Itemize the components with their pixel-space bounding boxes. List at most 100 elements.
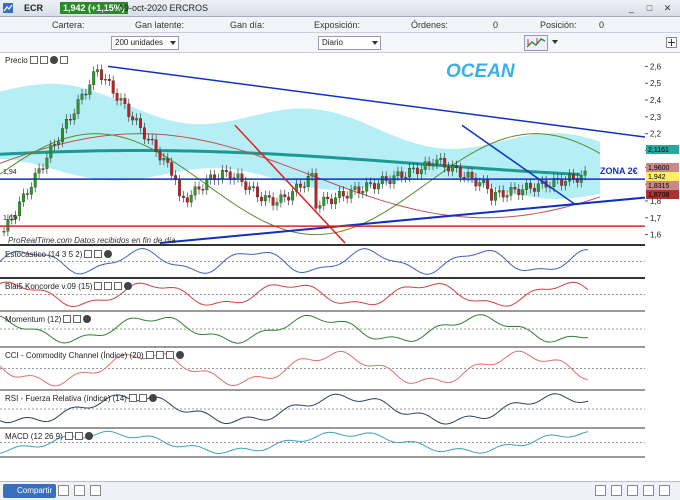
wrench-icon[interactable] — [145, 351, 154, 359]
minimize-button[interactable]: _ — [625, 2, 638, 14]
candle — [22, 193, 25, 202]
app-icon — [3, 3, 13, 13]
candle — [330, 198, 334, 205]
scroll-right-icon[interactable] — [659, 485, 670, 496]
candle — [493, 192, 497, 201]
symbol-label: ECR — [24, 3, 44, 13]
close-icon[interactable] — [84, 432, 93, 440]
price-tag-label: 2,1161 — [648, 147, 669, 154]
candle — [419, 169, 423, 175]
candle — [369, 182, 373, 184]
candle — [583, 170, 587, 176]
price-panel-title: Precio — [5, 56, 28, 65]
candle — [396, 171, 400, 176]
window-icon[interactable] — [74, 432, 83, 440]
posicion-value: 0 — [599, 20, 605, 30]
window-icon[interactable] — [165, 351, 174, 359]
candle — [142, 127, 146, 140]
price-tag-label: 1,8708 — [648, 192, 670, 199]
add-panel-icon[interactable] — [666, 37, 677, 48]
wrench-icon[interactable] — [128, 394, 137, 402]
candle — [271, 197, 275, 206]
price-change-badge: 1,942 (+1,15%) — [60, 2, 128, 14]
left-price-tag: 1,94 — [3, 169, 17, 176]
tick-label: 2,4 — [650, 96, 662, 105]
close-button[interactable]: ✕ — [661, 2, 674, 14]
indicator-label: CCI - Commodity Channel (Índice) (20) — [5, 351, 184, 360]
data-source-note: ProRealTime.com Datos recibidos en fin d… — [8, 236, 176, 245]
candle — [256, 186, 259, 198]
window-icon[interactable] — [155, 351, 164, 359]
wrench-icon[interactable] — [94, 282, 103, 290]
gan-dia-label: Gan día: — [230, 20, 265, 30]
candle — [96, 69, 100, 72]
maximize-button[interactable]: □ — [643, 2, 656, 14]
candle — [447, 167, 451, 172]
close-icon[interactable] — [124, 282, 133, 290]
close-icon[interactable] — [49, 56, 58, 64]
window-icon[interactable] — [94, 250, 103, 258]
candle — [162, 157, 166, 161]
add-icon[interactable] — [59, 56, 68, 64]
period-select[interactable]: Diario — [318, 36, 381, 50]
close-icon[interactable] — [175, 351, 184, 359]
candle — [84, 93, 88, 96]
candle — [240, 173, 244, 182]
wrench-icon[interactable] — [29, 56, 38, 64]
candle — [25, 193, 29, 195]
candle — [427, 161, 431, 166]
candle — [380, 176, 384, 184]
indicator-label: Blai5 Koncorde v.09 (15) — [5, 282, 133, 291]
candle — [357, 186, 361, 194]
zoom-icon[interactable] — [74, 485, 85, 496]
close-icon[interactable] — [104, 250, 113, 258]
zoom-in-icon[interactable] — [627, 485, 638, 496]
wrench-icon[interactable] — [84, 250, 93, 258]
candle — [119, 98, 123, 101]
candle — [345, 195, 349, 199]
candle — [248, 186, 252, 190]
chart-type-dropdown[interactable] — [550, 36, 560, 50]
units-value: 200 unidades — [115, 38, 164, 47]
candle — [388, 180, 392, 184]
candle — [224, 169, 228, 172]
candle — [509, 187, 513, 196]
price-tag-label: 1,942 — [648, 174, 666, 181]
share-button[interactable]: Compartir — [3, 484, 57, 498]
price-panel-label: Precio — [5, 56, 68, 65]
left-price-tag: 1,65 — [3, 215, 17, 222]
candle — [197, 186, 201, 190]
candle — [458, 167, 462, 178]
indicator-title: CCI - Commodity Channel (Índice) (20) — [5, 351, 144, 360]
window-icon[interactable] — [138, 394, 147, 402]
candle — [189, 194, 193, 203]
candle — [462, 177, 466, 179]
close-icon[interactable] — [83, 315, 92, 323]
gan-latente-label: Gan latente: — [135, 20, 185, 30]
support-line — [159, 196, 646, 244]
grid-icon[interactable] — [90, 485, 101, 496]
close-icon[interactable] — [148, 394, 157, 402]
candle — [283, 194, 287, 198]
tick-label: 2,5 — [650, 79, 662, 88]
chart-area[interactable]: 82,95881,13057,46415,6840,1120122,59-200… — [0, 53, 680, 470]
candle — [220, 169, 224, 179]
candle — [404, 176, 408, 179]
candle — [275, 202, 279, 206]
units-select[interactable]: 200 unidades — [111, 36, 179, 50]
zoom-out-icon[interactable] — [611, 485, 622, 496]
candle — [279, 194, 283, 203]
scroll-left-icon[interactable] — [595, 485, 606, 496]
candle — [57, 141, 61, 145]
window-icon[interactable] — [39, 56, 48, 64]
window-icon[interactable] — [114, 282, 123, 290]
wrench-icon[interactable] — [64, 432, 73, 440]
window-icon[interactable] — [73, 315, 82, 323]
candle — [310, 173, 314, 177]
draw-line-icon[interactable] — [58, 485, 69, 496]
fit-icon[interactable] — [643, 485, 654, 496]
window-icon[interactable] — [104, 282, 113, 290]
chart-type-button[interactable] — [524, 35, 548, 51]
wrench-icon[interactable] — [63, 315, 72, 323]
candle — [564, 181, 568, 186]
